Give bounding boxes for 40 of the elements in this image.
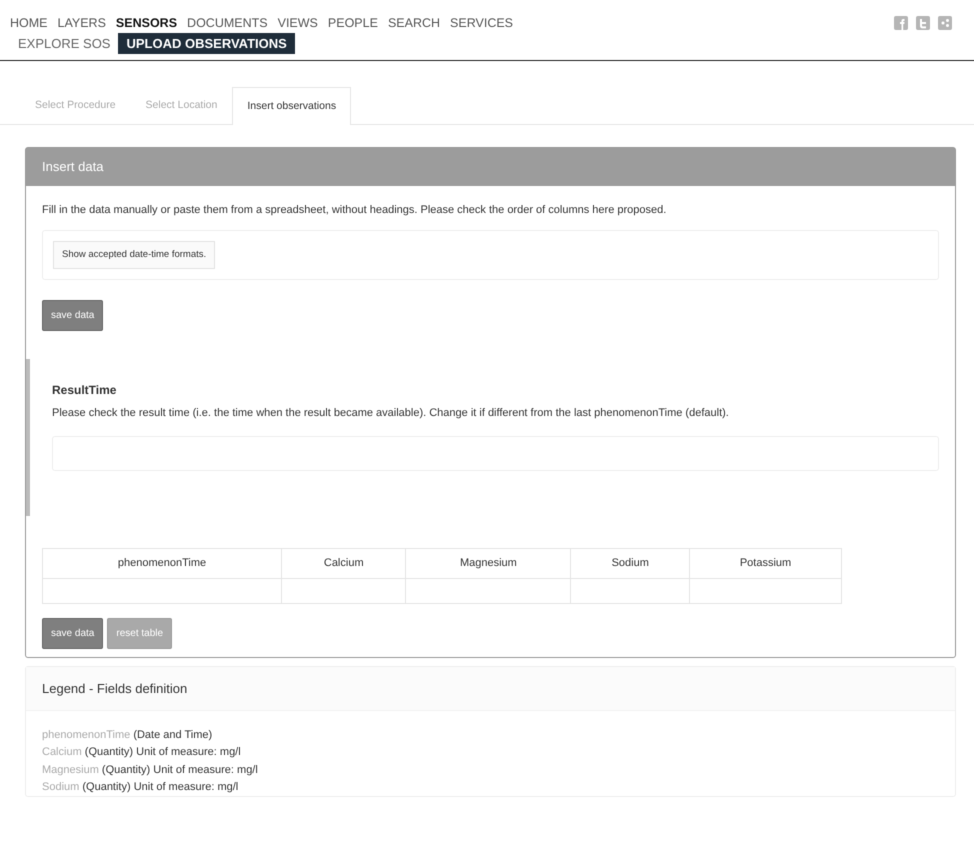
- subnav-tab[interactable]: UPLOAD OBSERVATIONS: [118, 32, 295, 54]
- table-cell[interactable]: [690, 578, 842, 604]
- nav-link-item[interactable]: SEARCH: [388, 14, 450, 33]
- field-description: (Quantity) Unit of measure: mg/l: [102, 764, 258, 776]
- nav-link-item[interactable]: SERVICES: [450, 14, 524, 33]
- share-icon[interactable]: [938, 16, 952, 30]
- table-cell[interactable]: [42, 578, 282, 604]
- field-description: (Quantity) Unit of measure: mg/l: [84, 746, 241, 758]
- nav-link-item[interactable]: DOCUMENTS: [187, 14, 278, 33]
- nav-link-item[interactable]: VIEWS: [278, 14, 328, 33]
- save-button[interactable]: save data: [42, 300, 104, 332]
- field-name: Calcium: [42, 746, 82, 758]
- twitter-icon[interactable]: [916, 16, 930, 30]
- panel-title: Insert data: [26, 148, 955, 186]
- nav-link-item[interactable]: PEOPLE: [328, 14, 388, 33]
- field-name: phenomenonTime: [42, 729, 130, 742]
- step-tab[interactable]: Insert observations: [232, 87, 352, 125]
- legend-title: Legend - Fields definition: [26, 666, 955, 712]
- column-header: Magnesium: [406, 548, 571, 578]
- column-header: Potassium: [690, 548, 842, 578]
- field-name: Sodium: [42, 780, 80, 793]
- facebook-icon[interactable]: [894, 16, 908, 30]
- field-description: (Quantity) Unit of measure: mg/l: [82, 780, 238, 793]
- nav-link-item[interactable]: SENSORS: [116, 14, 188, 33]
- field-description: (Date and Time): [133, 729, 212, 742]
- column-header: Calcium: [282, 548, 406, 578]
- nav-link-item[interactable]: HOME: [10, 14, 58, 33]
- table-cell[interactable]: [406, 578, 571, 604]
- formats-button[interactable]: Show accepted date-time formats.: [53, 241, 216, 270]
- subnav-tab[interactable]: EXPLORE SOS: [10, 32, 118, 54]
- field-name: Magnesium: [42, 764, 99, 776]
- section-description: Please check the result time (i.e. the time when the result became available). Change it if different from the last phenomenonTime (default).: [52, 406, 730, 421]
- section-heading: ResultTime: [52, 383, 116, 398]
- column-header: phenomenonTime: [42, 548, 282, 578]
- nav-link-item[interactable]: LAYERS: [58, 14, 116, 33]
- table-cell[interactable]: [570, 578, 690, 604]
- column-header: Sodium: [570, 548, 690, 578]
- save-button[interactable]: save data: [42, 618, 104, 649]
- table-cell[interactable]: [282, 578, 406, 604]
- instruction-text: Fill in the data manually or paste them from a spreadsheet, without headings. Please check the order of columns here proposed.: [42, 202, 668, 218]
